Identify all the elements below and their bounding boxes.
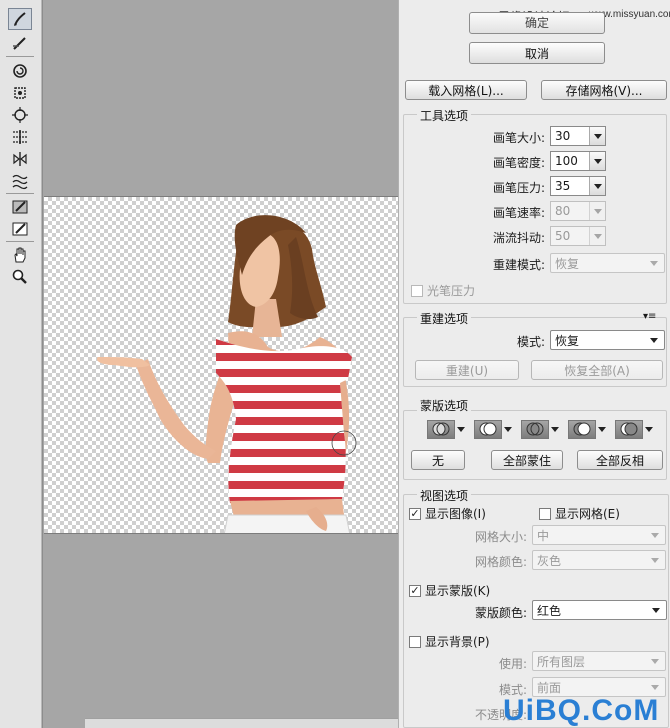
reconstruct-button: 重建(U) [415, 360, 519, 380]
show-mesh-label: 显示网格(E) [555, 507, 620, 521]
brush-density-value: 100 [555, 154, 578, 168]
show-backdrop-label: 显示背景(P) [425, 635, 490, 649]
subtract-from-mask-icon[interactable] [521, 419, 563, 439]
intersect-mask-icon[interactable] [568, 419, 610, 439]
horizontal-scrollbar[interactable] [85, 718, 441, 728]
stylus-pressure-checkbox: 光笔压力 [411, 282, 475, 299]
load-mesh-button[interactable]: 载入网格(L)... [405, 80, 527, 100]
mirror-tool-icon[interactable] [8, 148, 32, 170]
reconstruct-mode-label: 重建模式: [492, 258, 545, 272]
mesh-size-select: 中 [532, 525, 666, 545]
reconstruct-mode-label-2: 模式: [516, 335, 545, 349]
backdrop-use-select: 所有图层 [532, 651, 666, 671]
turbulent-jitter-label: 湍流抖动: [492, 231, 545, 245]
tool-options-title: 工具选项 [417, 107, 472, 124]
preview-canvas[interactable] [42, 0, 441, 728]
turbulent-jitter-value: 50 [555, 229, 571, 243]
bloat-tool-icon[interactable] [8, 104, 32, 126]
save-mesh-button[interactable]: 存储网格(V)... [541, 80, 667, 100]
brush-pressure-value: 35 [555, 179, 571, 193]
freeze-mask-tool-icon[interactable] [8, 196, 32, 218]
show-mesh-checkbox[interactable]: 显示网格(E) [539, 505, 620, 522]
thaw-mask-tool-icon[interactable] [8, 218, 32, 240]
mesh-size-label: 网格大小: [474, 530, 527, 544]
brush-size-field[interactable]: 30 [550, 126, 606, 146]
invert-all-button[interactable]: 全部反相 [577, 450, 663, 470]
chevron-down-icon [589, 202, 605, 220]
twirl-clockwise-tool-icon[interactable] [8, 60, 32, 82]
mask-color-select[interactable]: 红色 [532, 600, 667, 620]
checkbox-box [409, 635, 421, 648]
watermark-logo: UiBQ.CoM [503, 694, 660, 727]
brush-size-value: 30 [555, 129, 571, 143]
show-mask-label: 显示蒙版(K) [425, 584, 491, 598]
push-left-tool-icon[interactable] [8, 126, 32, 148]
show-mask-checkbox[interactable]: ✓ 显示蒙版(K) [409, 582, 490, 599]
show-image-label: 显示图像(I) [425, 507, 486, 521]
invert-mask-icon[interactable] [615, 419, 657, 439]
hand-tool-icon[interactable] [8, 244, 32, 266]
image-preview[interactable] [44, 196, 398, 534]
add-to-mask-icon[interactable] [474, 419, 516, 439]
reconstruct-options-mode-select[interactable]: 恢复 [550, 330, 665, 350]
brush-rate-value: 80 [555, 204, 571, 218]
checkbox-box [411, 284, 423, 297]
mask-none-button[interactable]: 无 [411, 450, 465, 470]
turbulent-jitter-field: 50 [550, 226, 606, 246]
chevron-down-icon[interactable] [589, 177, 605, 195]
chevron-down-icon[interactable] [589, 127, 605, 145]
show-image-checkbox[interactable]: ✓ 显示图像(I) [409, 505, 486, 522]
reconstruct-tool-icon[interactable] [8, 32, 32, 54]
options-panel: 思缘设计论坛 www.missyuan.com 确定 取消 载入网格(L)...… [398, 0, 670, 728]
replace-selection-icon[interactable] [427, 419, 469, 439]
brush-density-field[interactable]: 100 [550, 151, 606, 171]
brush-pressure-field[interactable]: 35 [550, 176, 606, 196]
turbulence-tool-icon[interactable] [8, 170, 32, 192]
mesh-color-select: 灰色 [532, 550, 666, 570]
cancel-button[interactable]: 取消 [469, 42, 605, 64]
brush-rate-label: 画笔速率: [492, 206, 545, 220]
mesh-color-label: 网格颜色: [474, 555, 527, 569]
reconstruct-mode-select: 恢复 [550, 253, 665, 273]
brush-rate-field: 80 [550, 201, 606, 221]
mask-options-title: 蒙版选项 [417, 397, 472, 414]
liquify-toolbox [0, 0, 42, 728]
backdrop-use-label: 使用: [498, 657, 527, 671]
view-options-title: 视图选项 [417, 487, 472, 504]
restore-all-button: 恢复全部(A) [531, 360, 663, 380]
brush-size-label: 画笔大小: [492, 131, 545, 145]
brush-density-label: 画笔密度: [492, 156, 545, 170]
checkbox-box [539, 507, 551, 520]
forward-warp-tool-icon[interactable] [8, 8, 32, 30]
mask-color-label: 蒙版颜色: [474, 606, 527, 620]
stylus-pressure-label: 光笔压力 [427, 284, 476, 298]
checkmark-icon: ✓ [409, 506, 421, 520]
zoom-tool-icon[interactable] [8, 266, 32, 288]
panel-menu-icon[interactable]: ▾≡ [643, 311, 656, 322]
brush-pressure-label: 画笔压力: [492, 181, 545, 195]
pucker-tool-icon[interactable] [8, 82, 32, 104]
reconstruct-options-title: 重建选项 [417, 310, 472, 327]
ok-button[interactable]: 确定 [469, 12, 605, 34]
chevron-down-icon[interactable] [589, 152, 605, 170]
show-backdrop-checkbox[interactable]: 显示背景(P) [409, 633, 490, 650]
checkmark-icon: ✓ [409, 583, 421, 597]
mask-all-button[interactable]: 全部蒙住 [491, 450, 563, 470]
chevron-down-icon [589, 227, 605, 245]
